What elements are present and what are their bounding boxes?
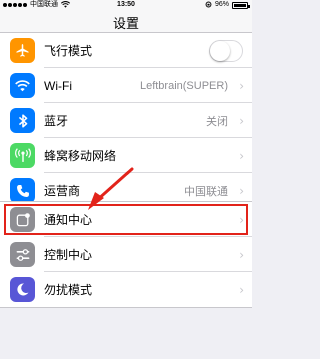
chevron-right-icon: › [239,282,244,297]
notification-center-row[interactable]: 通知中心 › [0,202,252,237]
bluetooth-icon [10,108,35,133]
settings-group-notifications: 通知中心 › 控制中心 › 勿扰模式 › [0,201,252,308]
control-center-icon [10,242,35,267]
wifi-label: Wi-Fi [44,78,72,93]
airplane-mode-toggle[interactable] [209,39,243,62]
carrier-label: 运营商 [44,184,81,198]
airplane-mode-label: 飞行模式 [44,44,93,58]
cellular-row[interactable]: 蜂窝移动网络 › [0,138,252,173]
cellular-icon [10,143,35,168]
notification-center-label: 通知中心 [44,213,93,227]
airplane-icon [10,38,35,63]
chevron-right-icon: › [239,78,244,93]
bluetooth-status-value: 关闭 [206,115,228,128]
airplane-mode-row[interactable]: 飞行模式 [0,33,252,68]
battery-percent: 96% [214,1,229,8]
status-bar: 中国联通 13:50 96% [0,0,252,9]
chevron-right-icon: › [239,247,244,262]
do-not-disturb-label: 勿扰模式 [44,283,93,297]
cellular-label: 蜂窝移动网络 [44,149,117,163]
bluetooth-row[interactable]: 蓝牙 关闭 › [0,103,252,138]
do-not-disturb-row[interactable]: 勿扰模式 › [0,272,252,307]
page-title: 设置 [112,16,139,31]
rotation-lock-icon [205,1,212,8]
phone-icon [10,178,35,203]
bluetooth-label: 蓝牙 [44,114,69,128]
wifi-network-value: Leftbrain(SUPER) [139,79,228,92]
moon-icon [10,277,35,302]
control-center-row[interactable]: 控制中心 › [0,237,252,272]
wifi-icon [10,73,35,98]
control-center-label: 控制中心 [44,248,93,262]
chevron-right-icon: › [239,113,244,128]
chevron-right-icon: › [239,212,244,227]
battery-icon [232,1,250,9]
chevron-right-icon: › [239,183,244,198]
chevron-right-icon: › [239,148,244,163]
settings-group-connectivity: 飞行模式 Wi-Fi Leftbrain(SUPER) › 蓝牙 关闭 › 蜂窝… [0,32,252,209]
carrier-value: 中国联通 [184,185,228,198]
wifi-row[interactable]: Wi-Fi Leftbrain(SUPER) › [0,68,252,103]
notification-center-icon [10,207,35,232]
